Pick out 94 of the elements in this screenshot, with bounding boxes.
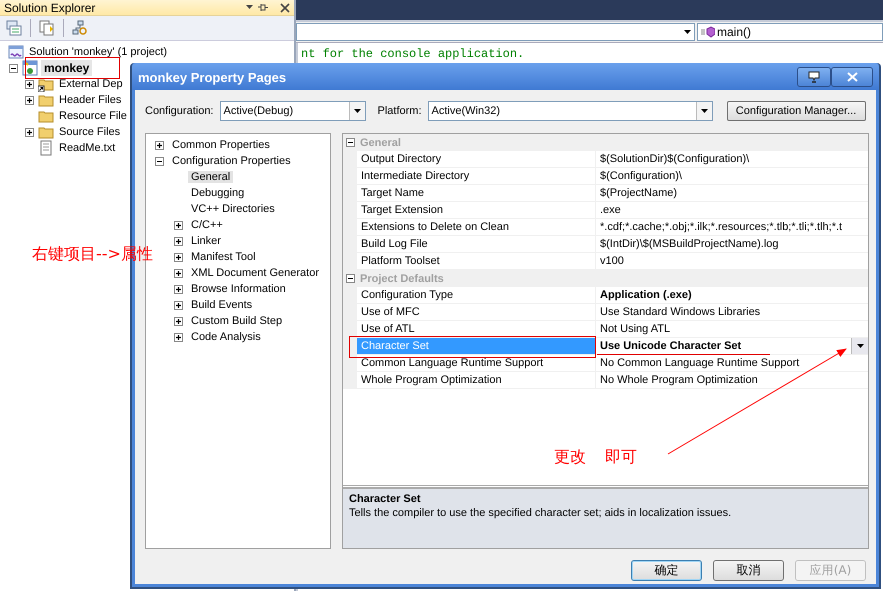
property-name[interactable]: Platform Toolset xyxy=(357,253,596,270)
property-name[interactable]: Target Name xyxy=(357,185,596,202)
expand-icon[interactable] xyxy=(155,140,164,150)
tree-item[interactable]: monkey xyxy=(41,60,92,76)
configuration-label: Configuration: xyxy=(145,105,214,117)
property-name[interactable]: Intermediate Directory xyxy=(357,168,596,185)
tree-item[interactable]: General xyxy=(188,171,234,183)
property-value: v100 xyxy=(596,253,868,270)
tree-item[interactable]: Build Events xyxy=(188,299,256,311)
help-icon xyxy=(808,70,820,82)
collapse-icon[interactable] xyxy=(346,274,355,283)
annotation-note: 更改 即可 xyxy=(554,448,638,466)
expand-icon[interactable] xyxy=(174,220,183,230)
code-line: nt for the console application. xyxy=(301,47,526,61)
class-diagram-icon[interactable] xyxy=(72,20,88,36)
tree-item[interactable]: Solution 'monkey' (1 project) xyxy=(27,46,170,58)
close-button[interactable] xyxy=(831,66,873,86)
property-value: No Whole Program Optimization xyxy=(596,372,868,389)
property-name[interactable]: Extensions to Delete on Clean xyxy=(357,219,596,236)
property-name[interactable]: Configuration Type xyxy=(357,287,596,304)
dialog-button[interactable]: 确定 xyxy=(631,560,702,581)
project-icon xyxy=(22,60,38,76)
tree-item[interactable]: External Dep xyxy=(57,78,125,90)
property-value: *.cdf;*.cache;*.obj;*.ilk;*.resources;*.tlb;*.tli;*.tlh;*.t xyxy=(596,219,868,236)
tree-item[interactable]: VC++ Directories xyxy=(188,203,278,215)
dropdown-arrow-icon xyxy=(684,30,691,34)
tree-item[interactable]: Code Analysis xyxy=(188,331,264,343)
tree-item[interactable]: Debugging xyxy=(188,187,248,199)
platform-dropdown[interactable]: Active(Win32) xyxy=(428,101,713,121)
tree-item[interactable]: Custom Build Step xyxy=(188,315,286,327)
dropdown-arrow-icon xyxy=(354,109,360,113)
function-dropdown[interactable]: main() xyxy=(697,23,883,41)
platform-label: Platform: xyxy=(378,105,422,117)
category-header: Project Defaults xyxy=(360,272,444,284)
property-value-dropdown[interactable]: Use Unicode Character Set xyxy=(596,338,868,355)
property-name[interactable]: Whole Program Optimization xyxy=(357,372,596,389)
configuration-manager-button[interactable]: Configuration Manager... xyxy=(726,101,866,121)
collapse-icon[interactable] xyxy=(9,64,18,72)
help-button[interactable] xyxy=(797,66,831,86)
property-value: .exe xyxy=(596,202,868,219)
property-value: $(ProjectName) xyxy=(596,185,868,202)
dialog-button[interactable]: 取消 xyxy=(713,560,784,581)
expand-icon[interactable] xyxy=(174,252,183,262)
property-value: Use Standard Windows Libraries xyxy=(596,304,868,321)
collapse-icon[interactable] xyxy=(155,156,164,166)
tree-item[interactable]: Common Properties xyxy=(169,139,273,151)
tree-item[interactable]: XML Document Generator xyxy=(188,267,322,279)
property-name[interactable]: Build Log File xyxy=(357,236,596,253)
property-name[interactable]: Target Extension xyxy=(357,202,596,219)
scope-dropdown[interactable] xyxy=(296,23,695,41)
tree-item[interactable]: ReadMe.txt xyxy=(57,142,118,154)
tree-item[interactable]: Configuration Properties xyxy=(169,155,294,167)
description-text: Tells the compiler to use the specified character set; aids in localization issues. xyxy=(349,507,732,519)
category-header: General xyxy=(360,136,401,148)
solution-icon xyxy=(8,44,24,60)
properties-icon[interactable] xyxy=(6,20,22,36)
expand-icon[interactable] xyxy=(25,80,34,88)
property-value: Not Using ATL xyxy=(596,321,868,338)
close-icon[interactable] xyxy=(280,2,290,12)
property-value: No Common Language Runtime Support xyxy=(596,355,868,372)
tree-item[interactable]: Linker xyxy=(188,235,224,247)
document-icon xyxy=(38,140,54,156)
tree-item[interactable]: Browse Information xyxy=(188,283,289,295)
configuration-dropdown[interactable]: Active(Debug) xyxy=(220,101,366,121)
tree-item[interactable]: Manifest Tool xyxy=(188,251,259,263)
dropdown-arrow-icon xyxy=(856,344,864,348)
expand-icon[interactable] xyxy=(174,300,183,310)
tree-item[interactable]: C/C++ xyxy=(188,219,226,231)
documents-icon[interactable] xyxy=(39,20,55,36)
tree-item[interactable]: Resource File xyxy=(57,110,129,122)
description-title: Character Set xyxy=(349,493,422,505)
panel-title: Solution Explorer xyxy=(4,0,96,14)
property-name[interactable]: Common Language Runtime Support xyxy=(357,355,596,372)
tree-item[interactable]: Header Files xyxy=(57,94,124,106)
property-value: $(SolutionDir)$(Configuration)\ xyxy=(596,151,868,168)
close-icon xyxy=(846,72,858,82)
expand-icon[interactable] xyxy=(174,284,183,294)
expand-icon[interactable] xyxy=(174,332,183,342)
property-value: $(IntDir)\$(MSBuildProjectName).log xyxy=(596,236,868,253)
expand-icon[interactable] xyxy=(25,96,34,104)
dialog-title: monkey Property Pages xyxy=(138,69,288,85)
property-name[interactable]: Use of MFC xyxy=(357,304,596,321)
property-value: $(Configuration)\ xyxy=(596,168,868,185)
method-icon xyxy=(701,26,715,38)
property-value: Application (.exe) xyxy=(596,287,868,304)
expand-icon[interactable] xyxy=(174,236,183,246)
property-name[interactable]: Use of ATL xyxy=(357,321,596,338)
property-name[interactable]: Output Directory xyxy=(357,151,596,168)
tree-item[interactable]: Source Files xyxy=(57,126,122,138)
expand-icon[interactable] xyxy=(174,316,183,326)
expand-icon[interactable] xyxy=(25,128,34,136)
collapse-icon[interactable] xyxy=(346,138,355,147)
expand-icon[interactable] xyxy=(174,268,183,278)
dropdown-arrow-icon xyxy=(700,109,708,113)
